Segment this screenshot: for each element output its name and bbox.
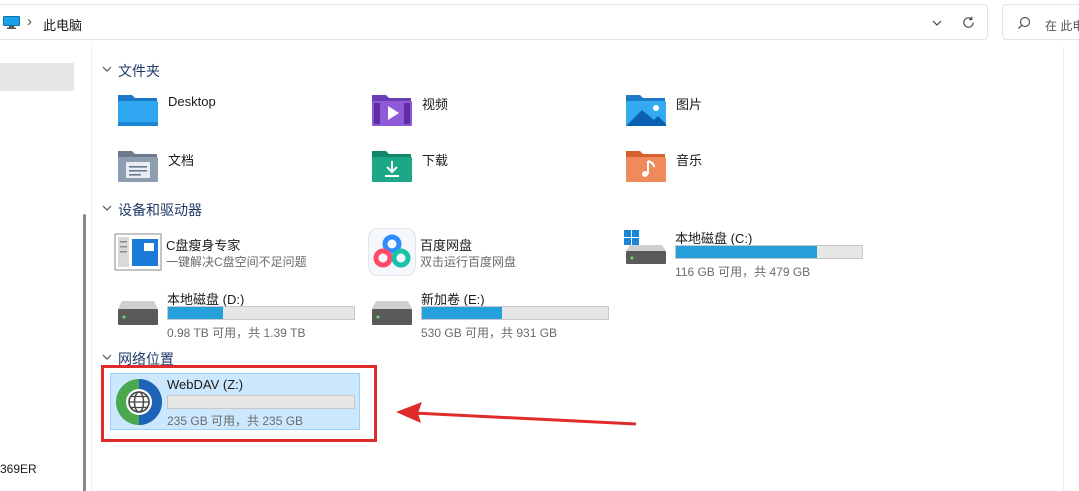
navigation-pane: 369ER bbox=[0, 46, 86, 491]
annotation-arrow-icon bbox=[396, 402, 637, 426]
videos-folder-icon bbox=[372, 95, 412, 126]
pane-divider bbox=[91, 46, 92, 491]
c-drive-cleaner-icon bbox=[114, 233, 162, 271]
device-name: 百度网盘 bbox=[420, 238, 473, 253]
annotation-highlight-box bbox=[101, 365, 377, 442]
drive-usage-bar bbox=[675, 245, 863, 259]
downloads-folder-icon bbox=[372, 151, 412, 182]
folder-name: 视频 bbox=[422, 97, 449, 112]
drive-usage-text: 530 GB 可用，共 931 GB bbox=[421, 326, 558, 340]
device-description: 双击运行百度网盘 bbox=[420, 255, 517, 269]
desktop-folder-icon bbox=[118, 95, 158, 126]
drive-icon bbox=[372, 301, 412, 325]
refresh-icon[interactable] bbox=[961, 15, 976, 30]
pictures-folder-icon bbox=[626, 95, 666, 126]
search-icon bbox=[1018, 16, 1031, 29]
windows-drive-icon bbox=[624, 230, 666, 264]
folder-name: 下载 bbox=[422, 153, 449, 168]
folder-tile-music[interactable]: 音乐 bbox=[624, 148, 844, 188]
baidu-netdisk-icon bbox=[368, 228, 416, 276]
section-title: 设备和驱动器 bbox=[118, 202, 202, 218]
address-bar[interactable]: › 此电脑 bbox=[0, 4, 988, 40]
breadcrumb-this-pc[interactable]: 此电脑 bbox=[43, 15, 82, 34]
drive-tile-e[interactable]: 新加卷 (E:) 530 GB 可用，共 931 GB bbox=[369, 289, 609, 340]
chevron-down-icon[interactable] bbox=[931, 17, 943, 29]
folder-tile-pictures[interactable]: 图片 bbox=[624, 92, 844, 132]
device-tile-baidu-netdisk[interactable]: 百度网盘 双击运行百度网盘 bbox=[368, 228, 598, 276]
search-placeholder: 在 此电 bbox=[1045, 19, 1079, 33]
breadcrumb-separator: › bbox=[27, 13, 32, 30]
drive-usage-bar bbox=[167, 306, 355, 320]
nav-item-label[interactable]: 369ER bbox=[0, 462, 37, 476]
drive-tile-c[interactable]: 本地磁盘 (C:) 116 GB 可用，共 479 GB bbox=[623, 227, 863, 279]
drive-usage-fill bbox=[422, 307, 503, 319]
folder-tile-desktop[interactable]: Desktop bbox=[116, 92, 336, 132]
drive-icon bbox=[118, 301, 158, 325]
drive-usage-fill bbox=[168, 307, 223, 319]
nav-scrollbar[interactable] bbox=[83, 214, 86, 491]
drive-usage-fill bbox=[676, 246, 817, 258]
music-folder-icon bbox=[626, 151, 666, 182]
chevron-down-icon bbox=[102, 205, 112, 211]
this-pc-icon bbox=[3, 16, 20, 29]
documents-folder-icon bbox=[118, 151, 158, 182]
search-box[interactable]: 在 此电 bbox=[1002, 4, 1079, 40]
device-description: 一键解决C盘空间不足问题 bbox=[166, 255, 307, 269]
device-name: C盘瘦身专家 bbox=[166, 238, 241, 253]
section-title: 文件夹 bbox=[118, 63, 160, 79]
chevron-down-icon bbox=[102, 66, 112, 72]
drive-usage-text: 116 GB 可用，共 479 GB bbox=[675, 265, 811, 279]
folder-name: Desktop bbox=[168, 94, 216, 109]
nav-selected-item[interactable] bbox=[0, 63, 74, 91]
drive-tile-d[interactable]: 本地磁盘 (D:) 0.98 TB 可用，共 1.39 TB bbox=[115, 289, 355, 340]
folder-name: 音乐 bbox=[676, 153, 703, 168]
folder-tile-downloads[interactable]: 下载 bbox=[370, 148, 590, 188]
section-header-devices[interactable]: 设备和驱动器 bbox=[102, 200, 202, 220]
folder-name: 文档 bbox=[168, 153, 195, 168]
folder-name: 图片 bbox=[676, 97, 703, 112]
section-header-folders[interactable]: 文件夹 bbox=[102, 61, 160, 81]
folder-tile-documents[interactable]: 文档 bbox=[116, 148, 336, 188]
drive-usage-text: 0.98 TB 可用，共 1.39 TB bbox=[167, 326, 306, 340]
drive-usage-bar bbox=[421, 306, 609, 320]
folder-tile-videos[interactable]: 视频 bbox=[370, 92, 590, 132]
content-scrollbar-track[interactable] bbox=[1063, 46, 1064, 491]
device-tile-c-drive-cleaner[interactable]: C盘瘦身专家 一键解决C盘空间不足问题 bbox=[114, 233, 344, 273]
chevron-down-icon bbox=[102, 354, 112, 360]
